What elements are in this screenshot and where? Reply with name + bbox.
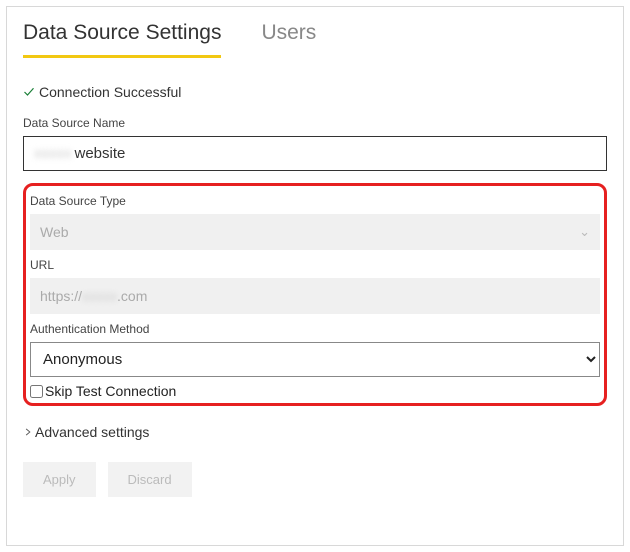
advanced-label: Advanced settings: [35, 424, 149, 440]
auth-label: Authentication Method: [30, 322, 600, 336]
dst-label: Data Source Type: [30, 194, 600, 208]
success-icon: [23, 86, 37, 98]
dsn-visible-suffix: website: [75, 145, 126, 162]
url-label: URL: [30, 258, 600, 272]
tabs: Data Source Settings Users: [23, 21, 607, 58]
dst-value: Web: [40, 224, 69, 240]
apply-button[interactable]: Apply: [23, 462, 96, 497]
auth-select[interactable]: Anonymous: [30, 342, 600, 377]
url-input: https:// xxxxx .com: [30, 278, 600, 314]
dsn-hidden-prefix: xxxxx: [34, 145, 72, 162]
chevron-right-icon: [23, 424, 35, 440]
dsn-input[interactable]: xxxxx website: [23, 136, 607, 171]
skip-test-label: Skip Test Connection: [45, 383, 176, 399]
skip-test-checkbox[interactable]: [30, 385, 43, 398]
advanced-settings-toggle[interactable]: Advanced settings: [23, 424, 607, 440]
action-buttons: Apply Discard: [23, 462, 607, 497]
discard-button[interactable]: Discard: [108, 462, 192, 497]
chevron-down-icon: ⌄: [579, 224, 590, 240]
connection-status: Connection Successful: [23, 84, 607, 100]
tab-users[interactable]: Users: [261, 21, 316, 58]
url-prefix: https://: [40, 288, 82, 304]
data-source-panel: Data Source Settings Users Connection Su…: [6, 6, 624, 546]
url-hidden-mid: xxxxx: [82, 288, 117, 304]
dsn-label: Data Source Name: [23, 116, 607, 130]
tab-data-source-settings[interactable]: Data Source Settings: [23, 21, 221, 58]
highlighted-section: Data Source Type Web ⌄ URL https:// xxxx…: [23, 183, 607, 406]
dst-select: Web ⌄: [30, 214, 600, 250]
status-text: Connection Successful: [39, 84, 181, 100]
url-suffix: .com: [117, 288, 147, 304]
